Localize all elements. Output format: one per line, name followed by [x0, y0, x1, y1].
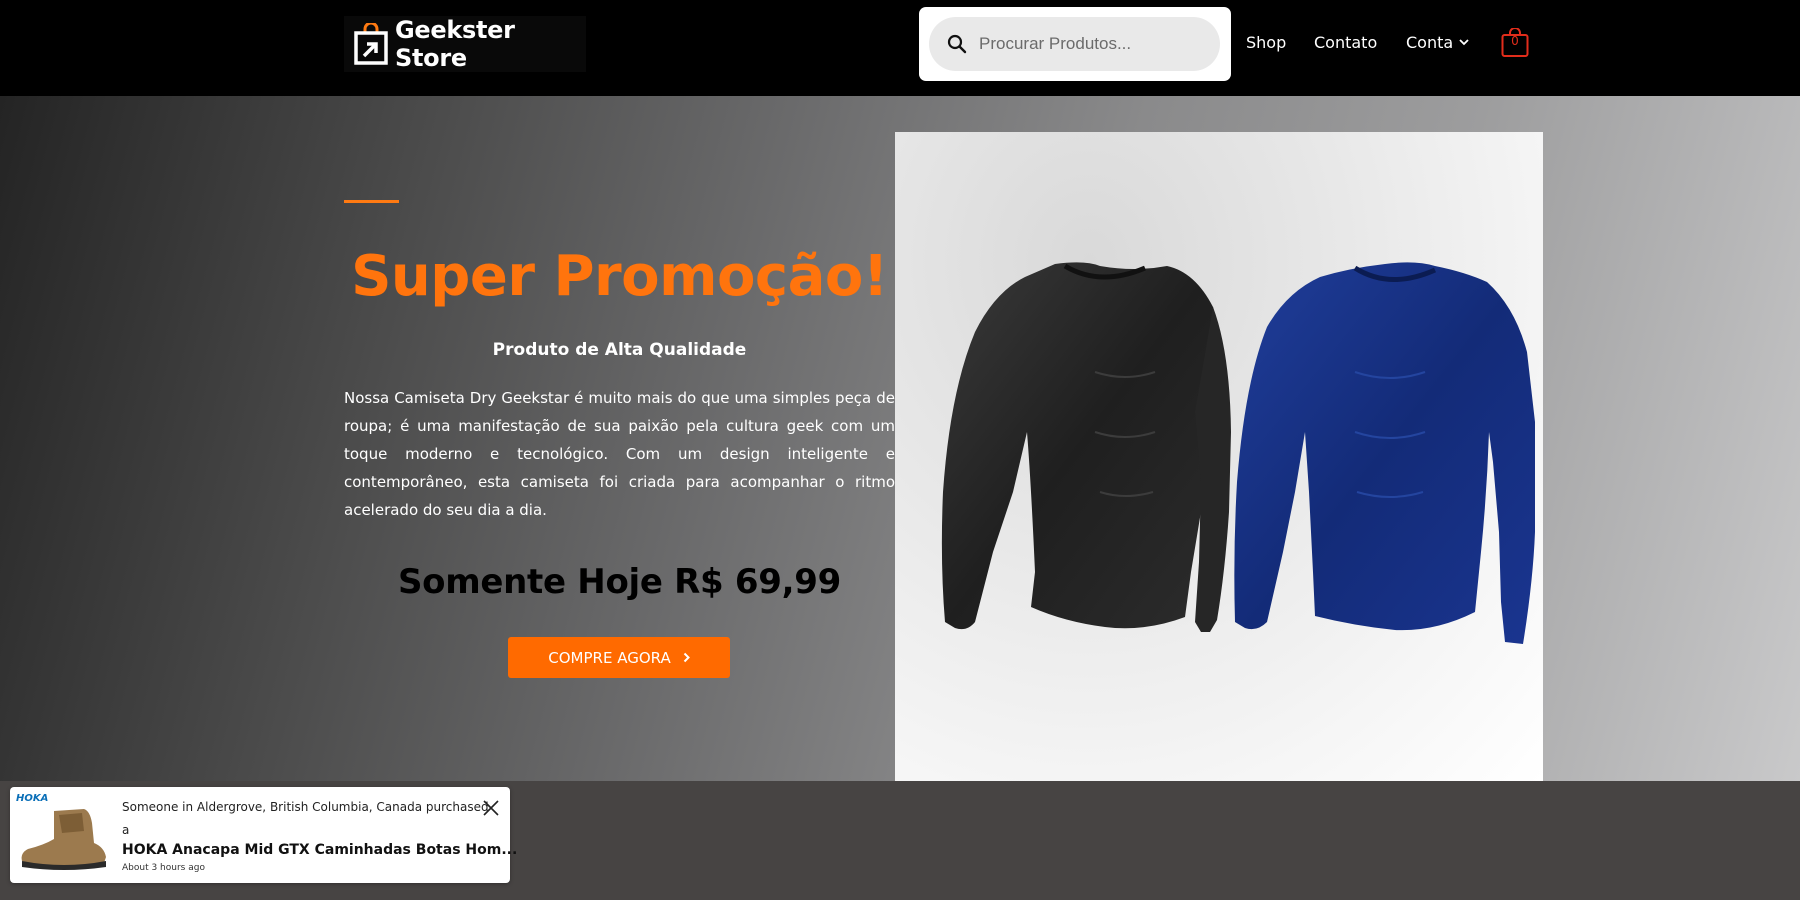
cart-button[interactable]: 0 — [1501, 28, 1529, 58]
store-logo[interactable]: Geekster Store — [344, 16, 586, 72]
chevron-down-icon — [1459, 39, 1469, 46]
search-input[interactable] — [979, 34, 1209, 54]
nav-contato[interactable]: Contato — [1314, 33, 1377, 52]
chevron-right-icon — [683, 652, 690, 663]
promo-subtitle: Produto de Alta Qualidade — [492, 340, 747, 360]
notification-text-line1: Someone in Aldergrove, British Columbia,… — [122, 800, 489, 814]
logo-text: Geekster Store — [395, 16, 515, 72]
hoka-logo-text: HOKA — [16, 793, 48, 804]
product-image — [895, 132, 1543, 781]
accent-divider — [344, 200, 399, 203]
close-icon[interactable] — [482, 799, 500, 817]
search-icon[interactable] — [947, 34, 967, 54]
nav-conta-label: Conta — [1406, 33, 1454, 52]
notification-text-line2: a — [122, 823, 130, 837]
cart-count: 0 — [1511, 34, 1519, 48]
site-header: Geekster Store Shop Contato Conta 0 — [0, 0, 1800, 96]
search-container — [919, 7, 1231, 81]
promo-description: Nossa Camiseta Dry Geekstar é muito mais… — [344, 389, 895, 519]
promo-price: Somente Hoje R$ 69,99 — [398, 562, 841, 602]
logo-bag-icon — [352, 21, 390, 65]
nav-conta[interactable]: Conta — [1406, 33, 1469, 52]
hero-banner: Super Promoção! Produto de Alta Qualidad… — [0, 96, 1800, 781]
buy-now-label: COMPRE AGORA — [548, 648, 671, 667]
notification-product-name[interactable]: HOKA Anacapa Mid GTX Caminhadas Botas Ho… — [122, 842, 517, 858]
purchase-notification[interactable]: HOKA Someone in Aldergrove, British Colu… — [10, 787, 517, 883]
product-thumbnail[interactable]: HOKA — [14, 791, 114, 877]
promo-title: Super Promoção! — [351, 244, 888, 309]
buy-now-button[interactable]: COMPRE AGORA — [508, 637, 730, 678]
shirts-illustration — [941, 262, 1535, 644]
search-box[interactable] — [929, 17, 1220, 71]
blue-shirt — [1234, 262, 1535, 644]
nav-shop[interactable]: Shop — [1246, 33, 1286, 52]
notification-time: About 3 hours ago — [122, 863, 205, 873]
black-shirt — [941, 262, 1231, 632]
